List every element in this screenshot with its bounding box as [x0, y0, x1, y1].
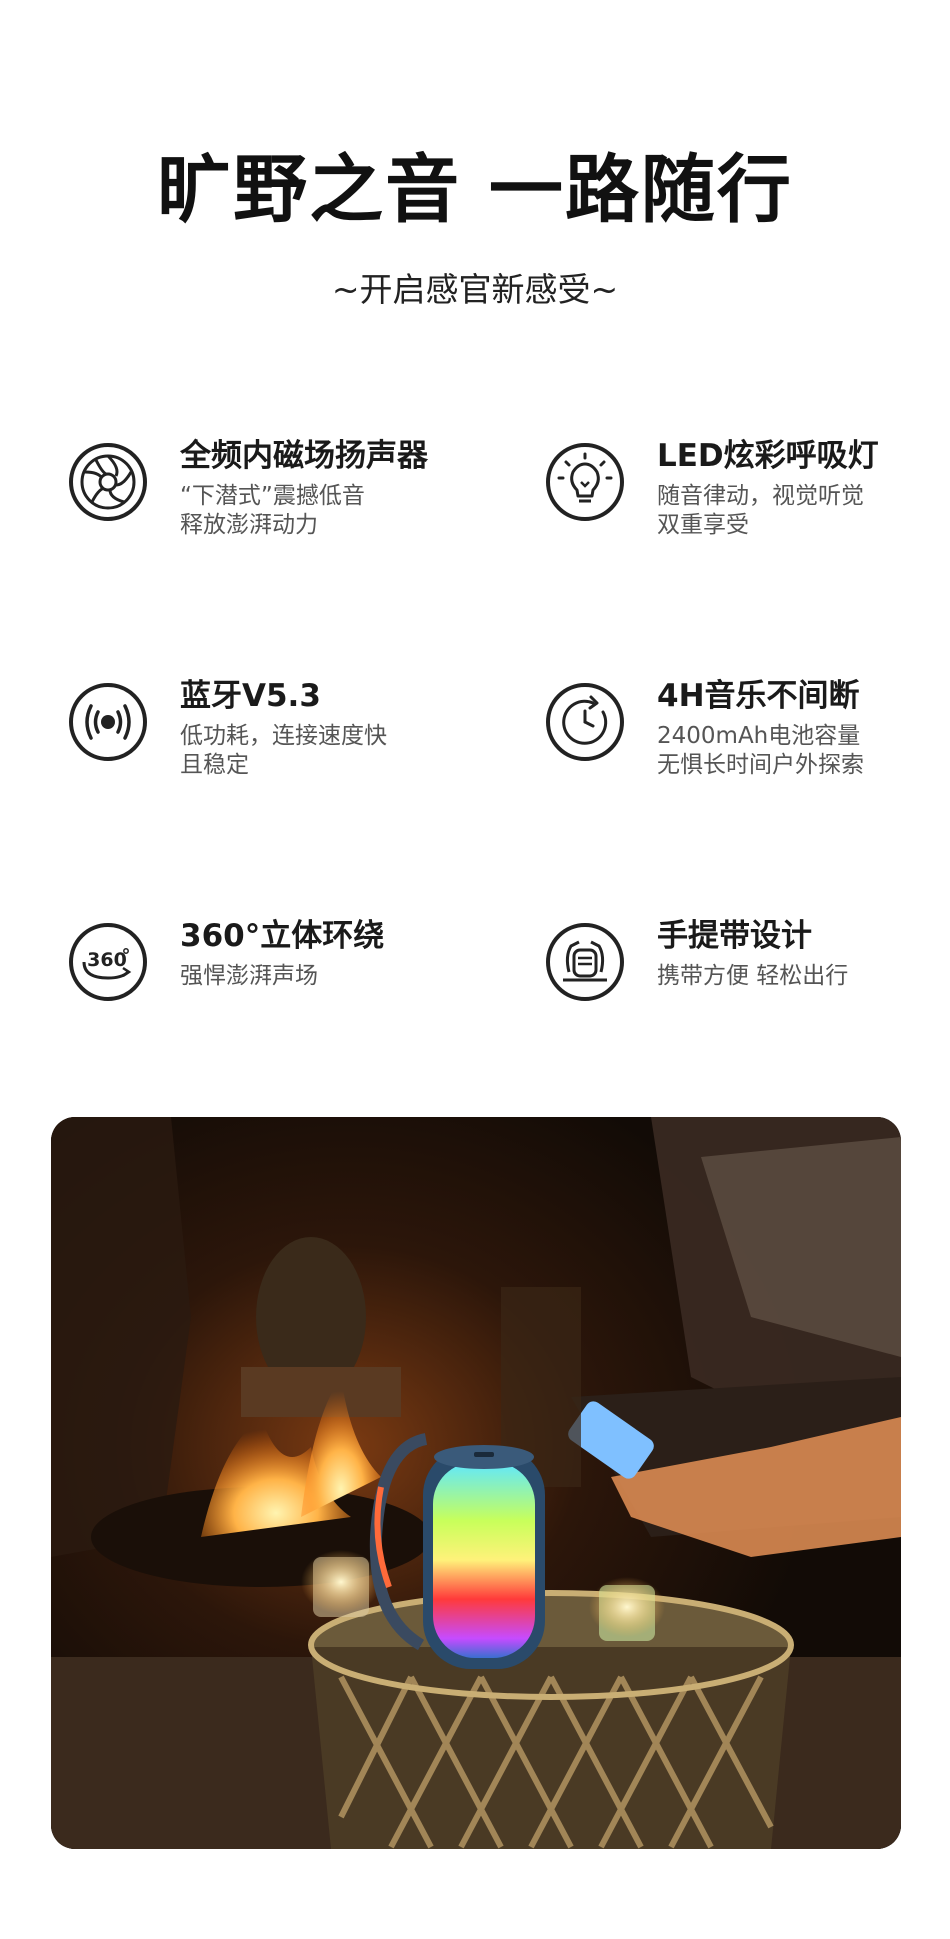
feature-item-led: LED炫彩呼吸灯 随音律动，视觉听觉 双重享受	[545, 436, 950, 546]
feature-description-line: 双重享受	[657, 512, 749, 538]
feature-description: “下潜式”震撼低音 释放澎湃动力	[180, 482, 365, 540]
feature-description-line: 随音律动，视觉听觉	[657, 483, 864, 509]
feature-title: 360°立体环绕	[180, 918, 385, 954]
handle-strap-icon	[545, 922, 625, 1002]
timer-icon	[545, 682, 625, 762]
feature-item-strap: 手提带设计 携带方便 轻松出行	[545, 916, 950, 1026]
feature-item-speaker: 全频内磁场扬声器 “下潜式”震撼低音 释放澎湃动力	[68, 436, 488, 546]
speaker-driver-icon	[68, 442, 148, 522]
feature-title: 蓝牙V5.3	[180, 678, 321, 714]
svg-text:360: 360	[87, 949, 127, 971]
feature-description: 强悍澎湃声场	[180, 962, 318, 991]
feature-description-line: 携带方便 轻松出行	[657, 963, 849, 989]
feature-description: 随音律动，视觉听觉 双重享受	[657, 482, 864, 540]
feature-description: 携带方便 轻松出行	[657, 962, 848, 991]
feature-title: 4H音乐不间断	[657, 678, 860, 714]
light-bulb-icon	[545, 442, 625, 522]
feature-title: 手提带设计	[657, 918, 812, 954]
feature-description-line: 无惧长时间户外探索	[657, 752, 864, 778]
feature-title: LED炫彩呼吸灯	[657, 438, 879, 474]
feature-description-line: 释放澎湃动力	[180, 512, 318, 538]
page-title: 旷野之音 一路随行	[157, 147, 793, 233]
feature-description-line: 强悍澎湃声场	[180, 963, 318, 989]
feature-description: 低功耗，连接速度快 且稳定	[180, 722, 387, 780]
feature-item-battery: 4H音乐不间断 2400mAh电池容量 无惧长时间户外探索	[545, 676, 950, 786]
bluetooth-signal-icon	[68, 682, 148, 762]
feature-description-line: 低功耗，连接速度快	[180, 723, 387, 749]
feature-item-bluetooth: 蓝牙V5.3 低功耗，连接速度快 且稳定	[68, 676, 488, 786]
feature-description-line: “下潜式”震撼低音	[180, 483, 365, 509]
feature-description: 2400mAh电池容量 无惧长时间户外探索	[657, 722, 864, 780]
feature-item-surround: 360 360°立体环绕 强悍澎湃声场	[68, 916, 488, 1026]
surround-360-icon: 360	[68, 922, 148, 1002]
feature-description-line: 且稳定	[180, 752, 249, 778]
page-subtitle: ~开启感官新感受~	[331, 270, 619, 309]
feature-title: 全频内磁场扬声器	[180, 438, 428, 474]
product-lifestyle-photo	[51, 1117, 901, 1849]
feature-description-line: 2400mAh电池容量	[657, 723, 861, 749]
